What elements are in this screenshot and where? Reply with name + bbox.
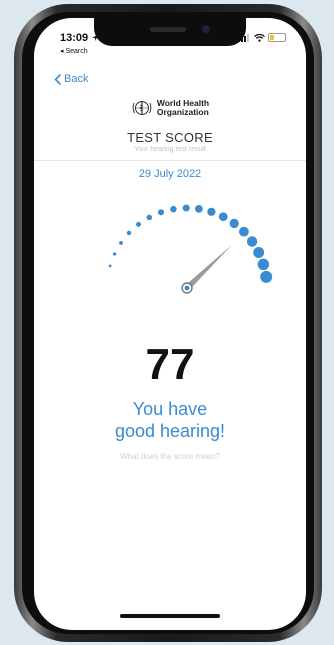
- gauge-dot: [246, 236, 258, 247]
- page-subtitle: Your hearing test result: [134, 146, 206, 153]
- page-background: 13:09 ◂ Search Back World Health Organiz…: [0, 0, 334, 645]
- gauge-dot: [170, 205, 177, 213]
- gauge-dot: [182, 204, 190, 212]
- signal-icon: [238, 33, 249, 42]
- gauge-dot: [195, 205, 203, 213]
- status-time: 13:09: [60, 32, 99, 44]
- score-gauge: [108, 204, 273, 294]
- gauge-dot: [260, 270, 273, 283]
- score-verdict-line2: good hearing!: [114, 421, 226, 441]
- score-verdict-line1: You have: [132, 399, 208, 419]
- organization-name-line2: Organization: [156, 107, 209, 117]
- organization-name: World Health Organization: [157, 99, 209, 117]
- status-icons: [238, 33, 286, 42]
- back-button[interactable]: Back: [54, 73, 88, 85]
- status-time-text: 13:09: [60, 32, 89, 44]
- wifi-icon: [254, 33, 265, 42]
- gauge-hub-center: [184, 285, 190, 291]
- score-explanation-link[interactable]: What does the score mean?: [34, 452, 306, 461]
- battery-icon: [268, 33, 286, 42]
- who-emblem-icon: [132, 101, 152, 115]
- phone-frame: 13:09 ◂ Search Back World Health Organiz…: [14, 4, 322, 642]
- gauge-dot: [146, 214, 153, 221]
- front-camera: [202, 25, 210, 33]
- location-arrow-icon: [92, 35, 99, 42]
- home-indicator[interactable]: [120, 614, 220, 618]
- page-title: TEST SCORE: [127, 130, 213, 145]
- gauge-dot: [229, 218, 239, 229]
- gauge-dot: [157, 209, 165, 216]
- score-verdict: You have good hearing!: [34, 398, 306, 442]
- return-to-app-link[interactable]: ◂ Search: [60, 47, 88, 55]
- gauge-needle: [184, 245, 232, 291]
- who-logo: World Health Organization: [34, 98, 306, 118]
- gauge-dot: [207, 207, 216, 216]
- gauge-dot: [112, 252, 117, 256]
- phone-notch: [94, 18, 246, 46]
- speaker-grille: [150, 27, 186, 32]
- gauge-dot: [257, 258, 270, 271]
- gauge-dot: [238, 226, 249, 237]
- gauge-dot: [253, 247, 265, 258]
- header-divider: [34, 160, 306, 161]
- app-screen: 13:09 ◂ Search Back World Health Organiz…: [34, 18, 306, 630]
- gauge-dot: [119, 240, 123, 245]
- test-date: 29 July 2022: [138, 168, 202, 180]
- gauge-dot: [136, 221, 141, 227]
- back-button-label: Back: [64, 73, 89, 85]
- battery-level: [270, 35, 274, 40]
- gauge-dot: [218, 212, 228, 222]
- score-value: 77: [145, 340, 195, 389]
- chevron-left-icon: [54, 73, 61, 85]
- gauge-dot: [108, 264, 112, 268]
- gauge-dot: [126, 230, 132, 236]
